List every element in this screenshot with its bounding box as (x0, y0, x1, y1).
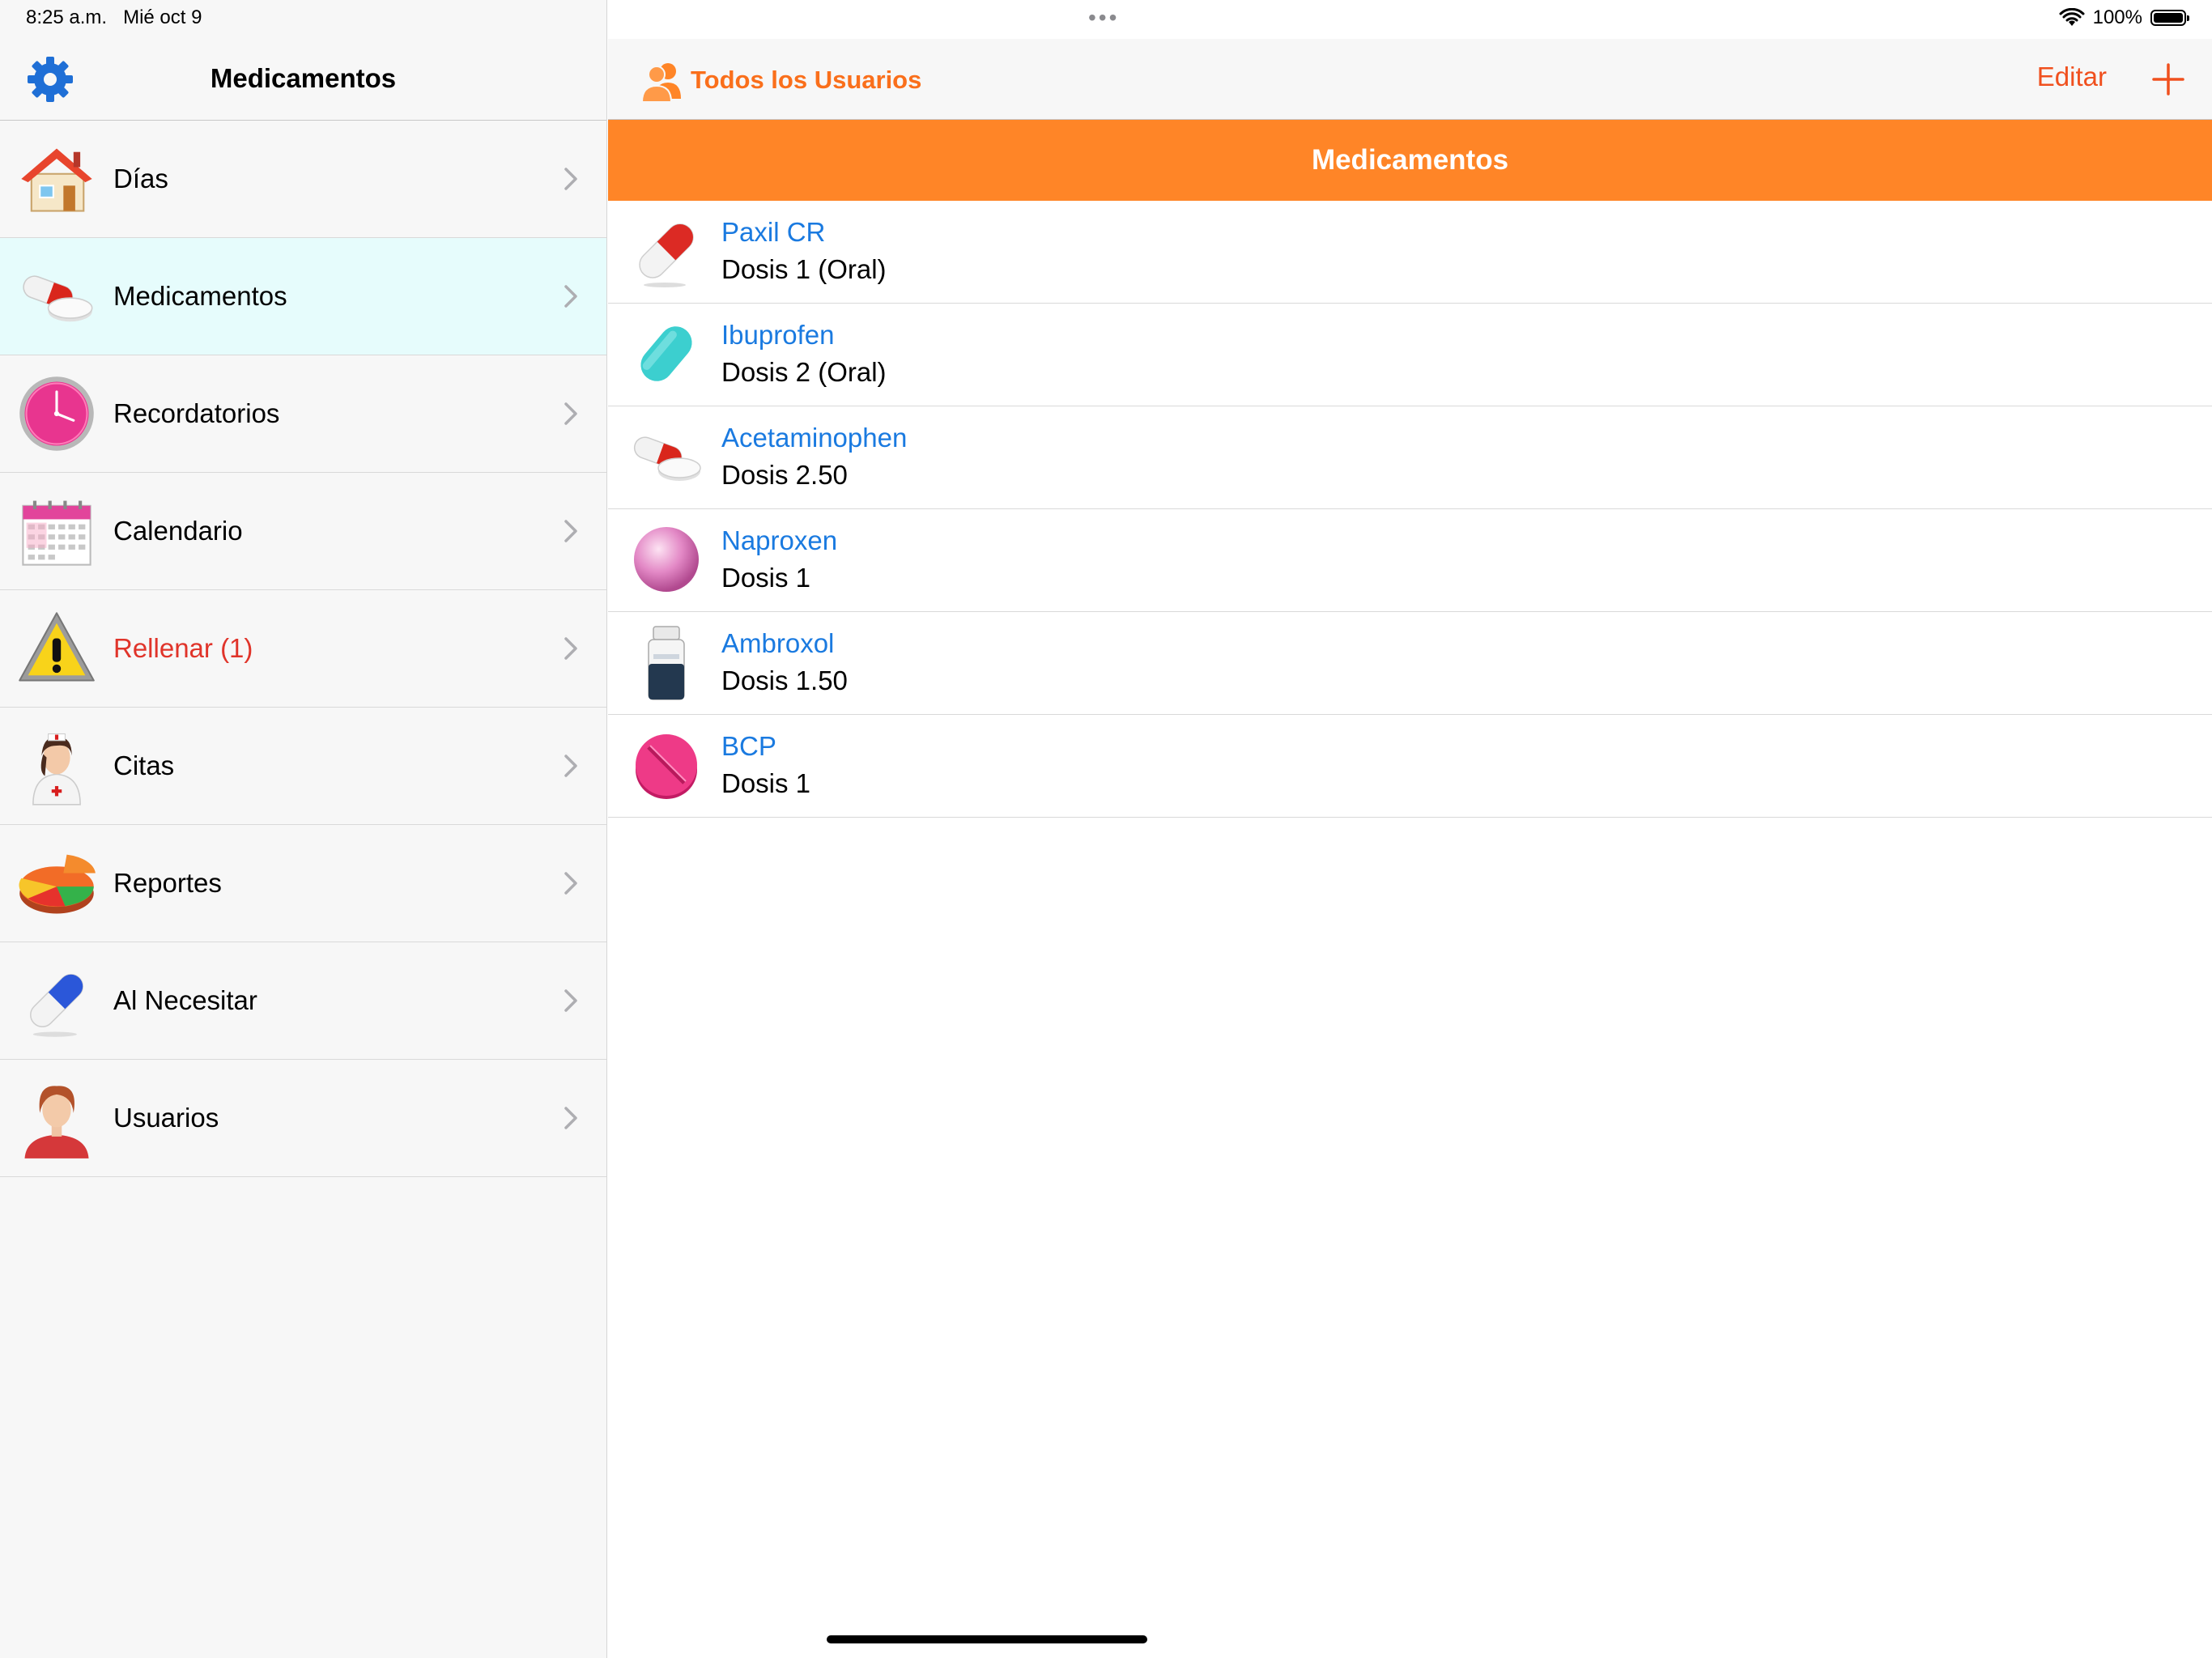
sidebar-item-usuarios[interactable]: Usuarios (0, 1060, 606, 1177)
all-users-label: Todos los Usuarios (691, 66, 922, 94)
sidebar-item-label: Rellenar (1) (113, 633, 253, 663)
sidebar-list: Días Medicamentos Recordatorios Calendar… (0, 121, 606, 1177)
sidebar-item-rellenar[interactable]: Rellenar (1) (0, 590, 606, 708)
sidebar-item-recordatorios[interactable]: Recordatorios (0, 355, 606, 473)
sidebar-item-citas[interactable]: Citas (0, 708, 606, 825)
medication-dose: Dosis 2.50 (721, 460, 848, 490)
medication-name: Ambroxol (721, 628, 835, 658)
status-date-text: Mié oct 9 (123, 6, 202, 28)
detail-pane: Todos los Usuarios Editar Medicamentos P… (608, 0, 2212, 1658)
sidebar-item-label: Usuarios (113, 1103, 219, 1133)
medication-row[interactable]: BCP Dosis 1 (608, 715, 2212, 818)
status-time: 8:25 a.m. Mié oct 9 (26, 6, 202, 29)
chevron-right-icon (564, 520, 577, 542)
chevron-right-icon (564, 989, 577, 1012)
sidebar-item-medicamentos[interactable]: Medicamentos (0, 238, 606, 355)
medication-dose: Dosis 1 (721, 563, 811, 593)
pink-ball-icon (634, 527, 699, 592)
battery-icon (2150, 10, 2189, 26)
chevron-right-icon (564, 168, 577, 190)
pie-chart-icon (19, 854, 96, 914)
medication-dose: Dosis 1 (721, 768, 811, 798)
sidebar-item-label: Citas (113, 750, 175, 780)
pills-icon (23, 275, 93, 322)
medication-row[interactable]: Ambroxol Dosis 1.50 (608, 612, 2212, 715)
clock-icon (19, 376, 94, 451)
chevron-right-icon (564, 755, 577, 777)
medication-name: BCP (721, 731, 776, 761)
chevron-right-icon (564, 872, 577, 895)
calendar-icon (22, 500, 91, 566)
status-right: 100% (2059, 6, 2189, 29)
sidebar-item-label: Calendario (113, 516, 243, 546)
pink-tablet-icon (636, 734, 697, 799)
users-icon (640, 63, 681, 103)
medication-list: Paxil CR Dosis 1 (Oral) Ibuprofen Dosis … (608, 201, 2212, 818)
multitasking-dots[interactable]: ••• (1088, 5, 1119, 31)
medication-row[interactable]: Ibuprofen Dosis 2 (Oral) (608, 304, 2212, 406)
section-header: Medicamentos (608, 120, 2212, 201)
sidebar-item-reportes[interactable]: Reportes (0, 825, 606, 942)
sidebar-item-al-necesitar[interactable]: Al Necesitar (0, 942, 606, 1060)
medication-dose: Dosis 1 (Oral) (721, 254, 887, 284)
capsule-icon (30, 974, 83, 1037)
chevron-right-icon (564, 1107, 577, 1129)
medication-dose: Dosis 2 (Oral) (721, 357, 887, 387)
nurse-icon (32, 733, 81, 806)
status-time-text: 8:25 a.m. (26, 6, 108, 28)
sidebar-item-label: Reportes (113, 868, 222, 898)
house-icon (21, 148, 92, 212)
sidebar-title: Medicamentos (210, 63, 397, 93)
sidebar-item-dias[interactable]: Días (0, 121, 606, 238)
teal-tablet-icon (640, 326, 692, 381)
pills-icon (633, 436, 701, 481)
user-avatar-icon (24, 1086, 89, 1158)
medication-row[interactable]: Acetaminophen Dosis 2.50 (608, 406, 2212, 509)
sidebar-item-label: Al Necesitar (113, 985, 257, 1015)
medication-row[interactable]: Naproxen Dosis 1 (608, 509, 2212, 612)
chevron-right-icon (564, 402, 577, 425)
battery-percent: 100% (2092, 6, 2142, 28)
red-capsule-icon (639, 223, 694, 287)
sidebar-item-label: Días (113, 164, 168, 193)
chevron-right-icon (564, 637, 577, 660)
sidebar: Medicamentos Días Medicamentos Recordato… (0, 0, 607, 1658)
home-indicator[interactable] (827, 1635, 1147, 1643)
medication-dose: Dosis 1.50 (721, 665, 848, 695)
medication-name: Naproxen (721, 525, 838, 555)
add-icon[interactable] (2149, 60, 2188, 99)
warning-icon (19, 612, 95, 682)
medication-name: Paxil CR (721, 217, 826, 247)
sidebar-nav-bar: Medicamentos (0, 39, 606, 121)
wifi-icon (2059, 8, 2085, 26)
medication-row[interactable]: Paxil CR Dosis 1 (Oral) (608, 201, 2212, 304)
medication-name: Acetaminophen (721, 423, 908, 453)
sidebar-item-calendario[interactable]: Calendario (0, 473, 606, 590)
chevron-right-icon (564, 285, 577, 308)
all-users-button[interactable]: Todos los Usuarios (639, 57, 921, 104)
sidebar-item-label: Recordatorios (113, 398, 280, 428)
status-bar: 8:25 a.m. Mié oct 9 ••• 100% (0, 0, 2212, 39)
bottle-icon (648, 626, 685, 700)
sidebar-item-label: Medicamentos (113, 281, 287, 311)
medication-name: Ibuprofen (721, 320, 835, 350)
edit-button[interactable]: Editar (2037, 62, 2107, 92)
detail-nav-bar: Todos los Usuarios Editar (608, 39, 2212, 120)
